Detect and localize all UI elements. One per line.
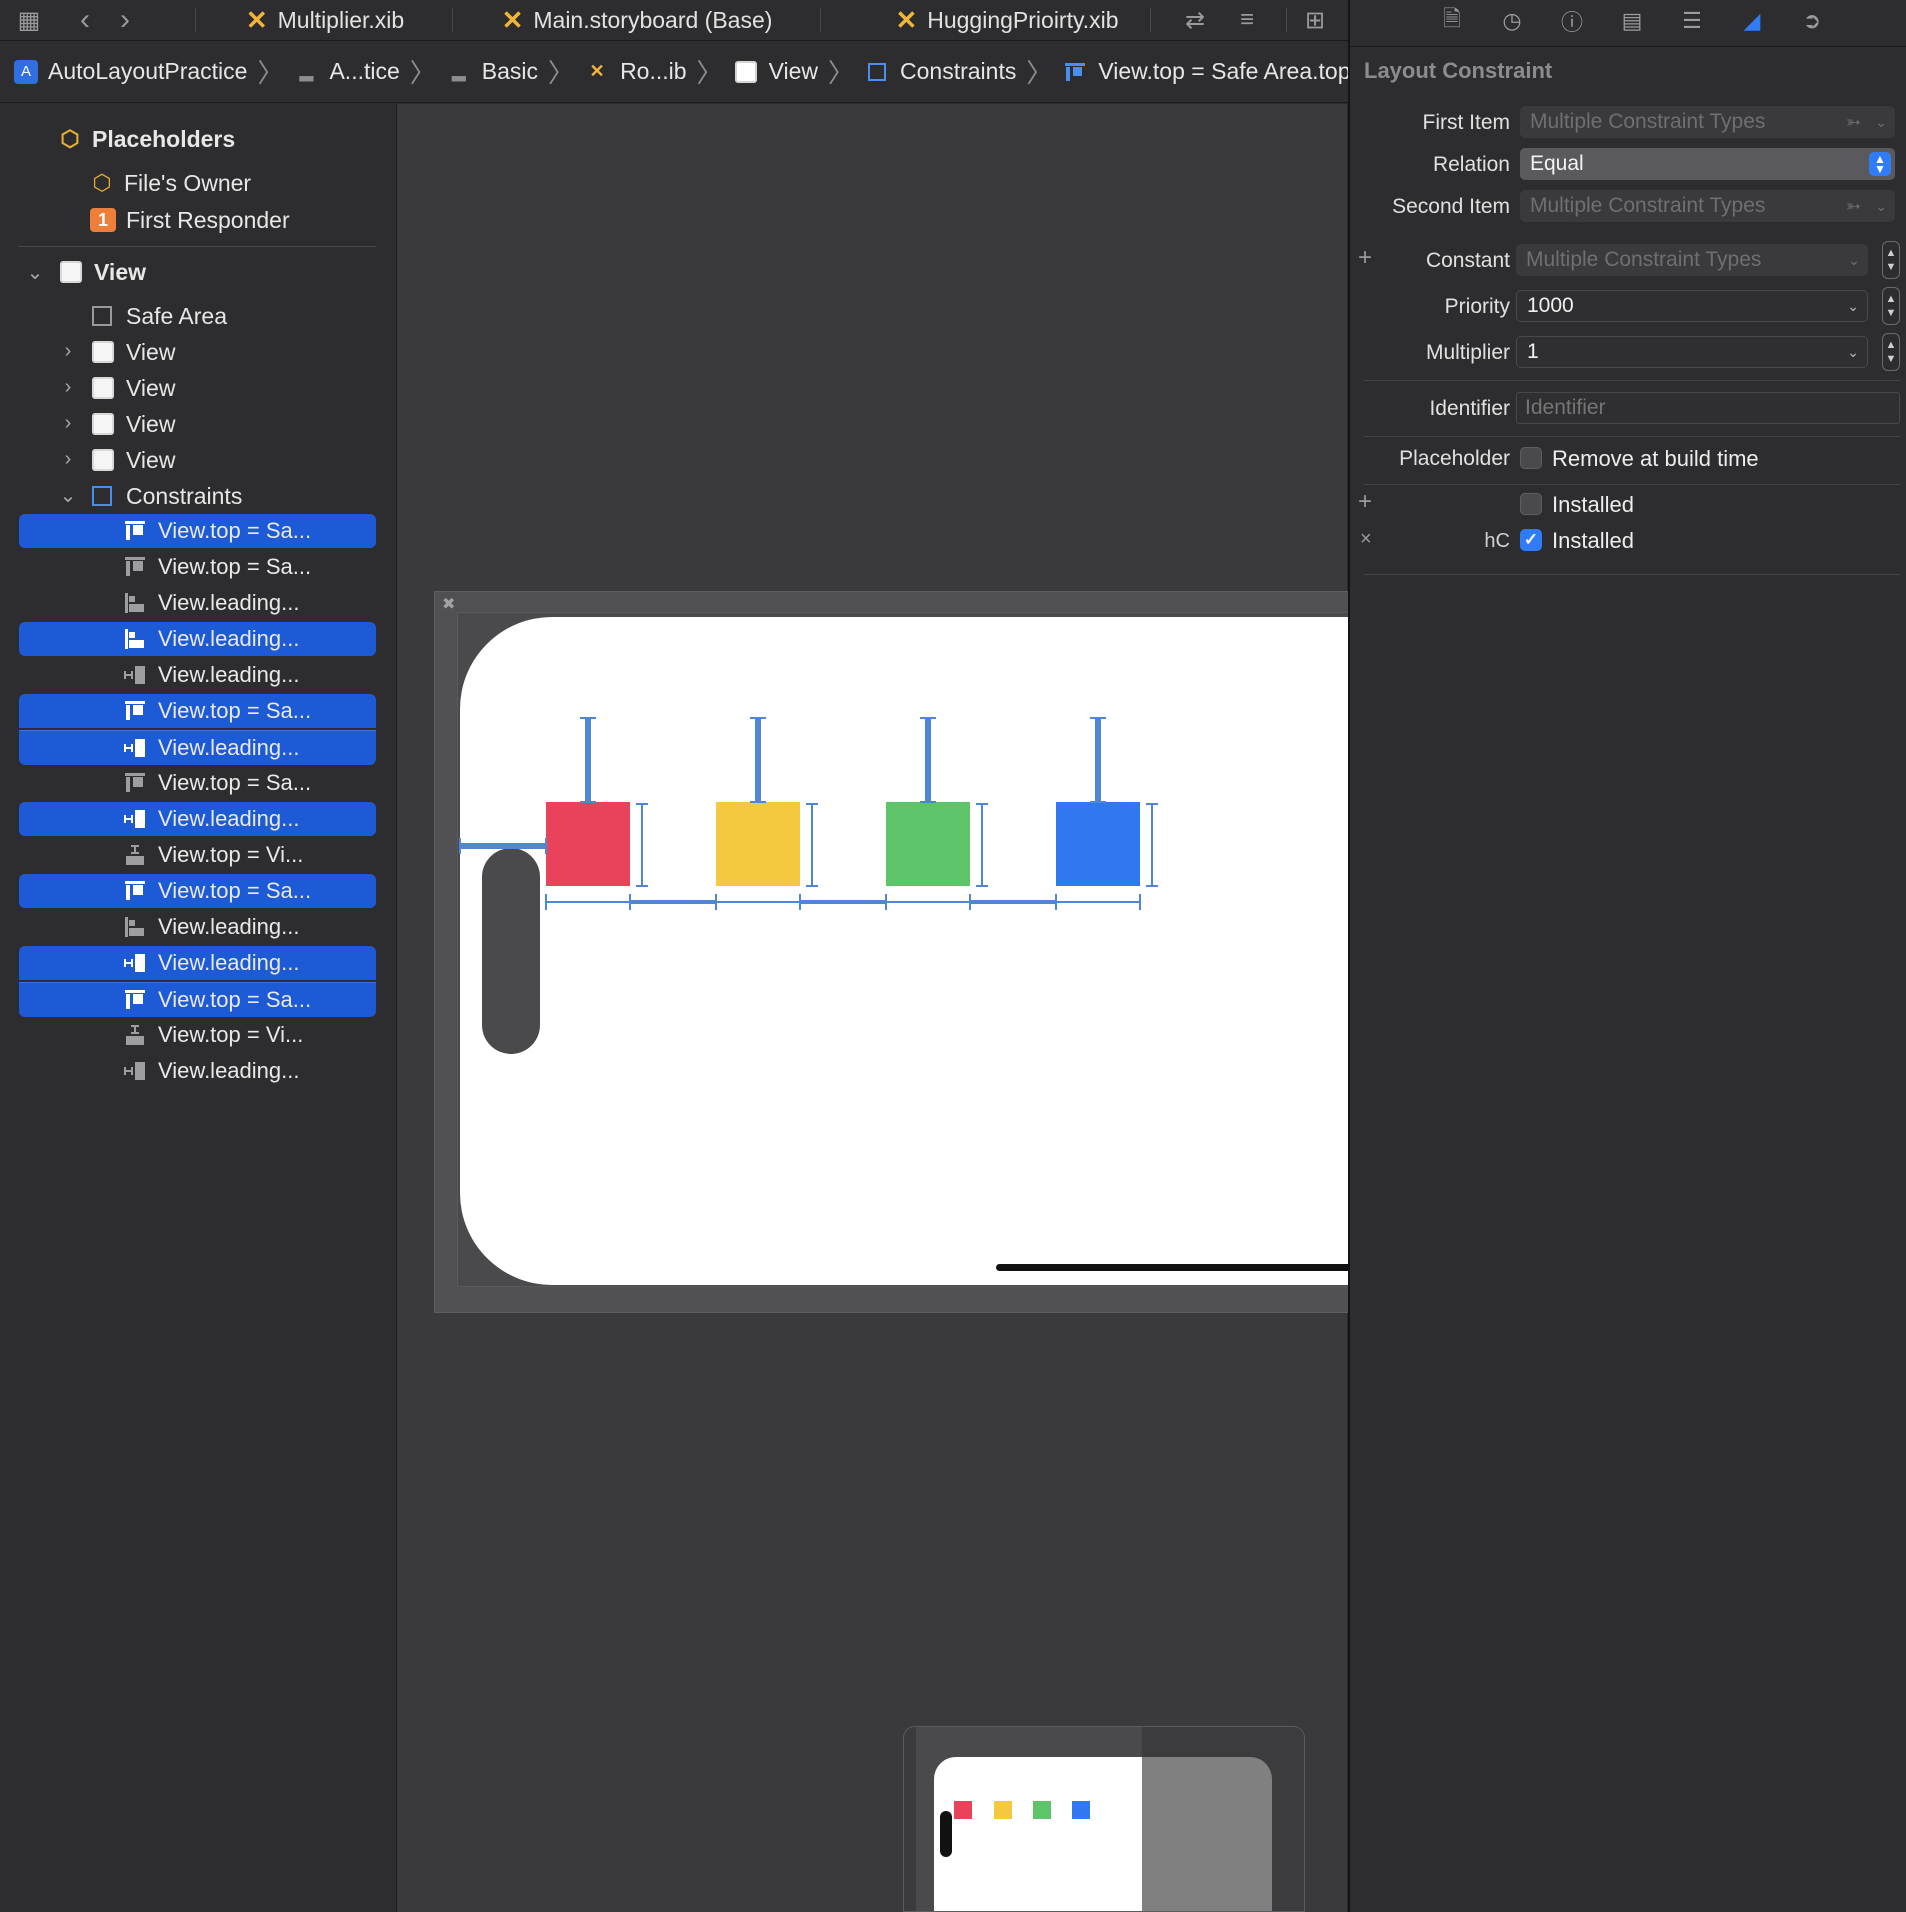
constant-field[interactable]: Multiple Constraint Types ⌄ <box>1516 244 1868 276</box>
second-item-label: Second Item <box>1392 195 1510 218</box>
constant-value: Multiple Constraint Types <box>1526 248 1762 271</box>
remove-at-build-label: Remove at build time <box>1552 446 1759 471</box>
inspector-title: Layout Constraint <box>1364 58 1553 83</box>
connections-inspector-icon[interactable]: ➲ <box>1794 4 1830 38</box>
help-inspector-icon[interactable]: ⓘ <box>1554 4 1590 38</box>
minimap-viewport <box>1142 1757 1272 1911</box>
identifier-label: Identifier <box>1429 397 1510 420</box>
priority-field[interactable]: 1000 ⌄ <box>1516 290 1868 322</box>
minimap-blue-view <box>1072 1801 1090 1819</box>
add-installed-variation-plus-icon[interactable]: + <box>1358 488 1372 516</box>
remove-variation-x-icon[interactable]: × <box>1360 528 1372 551</box>
go-to-arrow-icon: ➳ <box>1845 195 1861 216</box>
inspector-divider <box>1364 436 1900 437</box>
priority-value: 1000 <box>1527 294 1574 317</box>
installed-label: Installed <box>1552 492 1634 517</box>
canvas-minimap[interactable] <box>903 1726 1305 1912</box>
minimap-notch <box>940 1811 952 1857</box>
minimap-screen <box>934 1757 1142 1911</box>
relation-popup[interactable]: Equal ▲ ▼ <box>1520 148 1895 180</box>
identity-inspector-icon[interactable]: ▤ <box>1614 4 1650 38</box>
chevron-down-icon: ⌄ <box>1847 297 1859 314</box>
placeholder-label: Placeholder <box>1399 447 1510 470</box>
inspector-panel <box>1348 0 1906 1912</box>
minimap-yellow-view <box>994 1801 1012 1819</box>
inspector-divider <box>1364 380 1900 381</box>
priority-stepper[interactable]: ▲ ▼ <box>1882 287 1900 325</box>
inspector-toolbar-divider <box>1350 46 1906 47</box>
first-item-value: Multiple Constraint Types <box>1530 110 1766 133</box>
inspector-divider <box>1364 574 1900 575</box>
priority-label: Priority <box>1444 295 1510 318</box>
minimap-red-view <box>954 1801 972 1819</box>
file-inspector-icon[interactable]: 🗎 <box>1434 4 1470 38</box>
hc-installed-label: Installed <box>1552 528 1634 553</box>
relation-value: Equal <box>1530 152 1584 175</box>
size-class-label: hC <box>1484 530 1510 552</box>
constraint-lines <box>459 717 1158 910</box>
size-inspector-icon[interactable]: ◢ <box>1734 4 1770 38</box>
multiplier-field[interactable]: 1 ⌄ <box>1516 336 1868 368</box>
minimap-green-view <box>1033 1801 1051 1819</box>
relation-label: Relation <box>1432 153 1510 176</box>
history-inspector-icon[interactable]: ◷ <box>1494 4 1530 38</box>
inspector-divider <box>1364 484 1900 485</box>
multiplier-stepper[interactable]: ▲ ▼ <box>1882 333 1900 371</box>
multiplier-label: Multiplier <box>1425 341 1510 364</box>
installed-checkbox[interactable] <box>1520 493 1542 515</box>
chevron-down-icon: ⌄ <box>1848 251 1860 268</box>
identifier-field[interactable] <box>1516 392 1900 424</box>
constant-stepper[interactable]: ▲ ▼ <box>1882 241 1900 279</box>
first-item-label: First Item <box>1422 111 1511 134</box>
second-item-popup[interactable]: Multiple Constraint Types ➳ ⌄ <box>1520 190 1895 222</box>
remove-at-build-checkbox[interactable] <box>1520 447 1542 469</box>
multiplier-value: 1 <box>1527 340 1539 363</box>
go-to-arrow-icon: ➳ <box>1845 111 1861 132</box>
chevron-down-icon: ⌄ <box>1847 343 1859 360</box>
second-item-value: Multiple Constraint Types <box>1530 194 1766 217</box>
first-item-popup[interactable]: Multiple Constraint Types ➳ ⌄ <box>1520 106 1895 138</box>
chevron-down-icon: ⌄ <box>1875 197 1887 214</box>
constant-label: Constant <box>1425 249 1510 272</box>
chevron-down-icon: ⌄ <box>1875 113 1887 130</box>
hc-installed-checkbox[interactable]: ✓ <box>1520 529 1542 551</box>
popup-updown-icon: ▲ ▼ <box>1869 152 1891 176</box>
attributes-inspector-icon[interactable]: ☰ <box>1674 4 1710 38</box>
